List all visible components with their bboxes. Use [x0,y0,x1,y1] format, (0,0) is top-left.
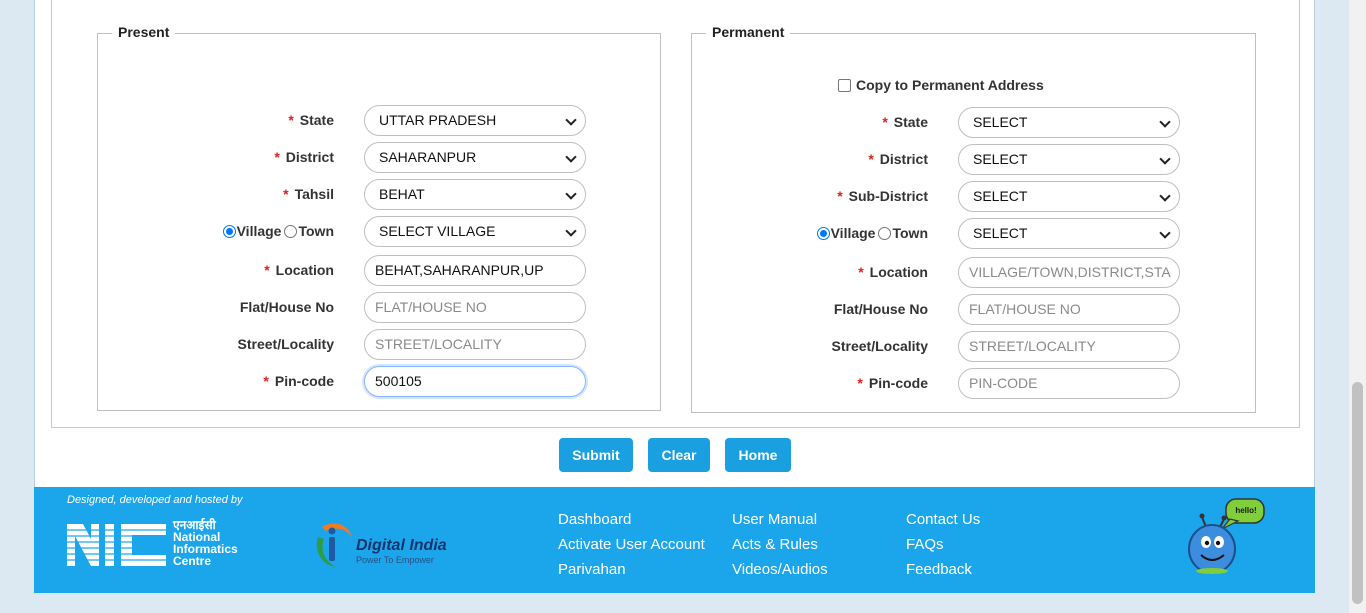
copy-address-option[interactable]: Copy to Permanent Address [838,77,1044,93]
permanent-street-row: Street/Locality STREET/LOCALITY [692,330,1180,362]
digital-india-tagline: Power To Empower [356,555,434,565]
permanent-state-row: * State SELECT [692,106,1180,138]
footer-link-user-manual[interactable]: User Manual [732,507,828,532]
present-location-row: * Location BEHAT,SAHARANPUR,UP [98,254,586,286]
permanent-subdistrict-label: Sub-District [848,188,928,204]
present-district-select[interactable]: SAHARANPUR [364,141,586,173]
vertical-scrollbar[interactable] [1349,0,1366,613]
permanent-location-row: * Location VILLAGE/TOWN,DISTRICT,STA [692,256,1180,288]
permanent-street-input[interactable]: STREET/LOCALITY [958,330,1180,362]
permanent-subdistrict-select[interactable]: SELECT [958,180,1180,212]
present-village-radio-label: Village [236,223,282,239]
footer-link-parivahan[interactable]: Parivahan [558,557,705,582]
submit-button[interactable]: Submit [559,438,633,472]
present-district-label: District [285,149,334,165]
present-village-radio[interactable] [222,224,236,238]
footer-link-videos-audios[interactable]: Videos/Audios [732,557,828,582]
footer-link-dashboard[interactable]: Dashboard [558,507,705,532]
digital-india-logo[interactable]: Digital India Power To Empower [312,519,452,569]
permanent-pincode-label: Pin-code [868,375,928,391]
permanent-location-input[interactable]: VILLAGE/TOWN,DISTRICT,STA [958,256,1180,288]
present-tahsil-label: Tahsil [294,186,334,202]
permanent-village-select[interactable]: SELECT [958,217,1180,249]
home-button[interactable]: Home [725,438,791,472]
permanent-state-label: State [893,114,928,130]
footer-links-col2: User Manual Acts & Rules Videos/Audios [732,507,828,582]
permanent-pincode-row: * Pin-code PIN-CODE [692,367,1180,399]
permanent-town-radio-label: Town [892,225,928,241]
chatbot-mascot[interactable]: hello! [1186,497,1268,577]
present-flat-row: Flat/House No FLAT/HOUSE NO [98,291,586,323]
permanent-district-label: District [879,151,928,167]
present-street-input[interactable]: STREET/LOCALITY [364,328,586,360]
footer-link-acts-rules[interactable]: Acts & Rules [732,532,828,557]
present-town-radio-label: Town [298,223,334,239]
address-section: Present * State UTTAR PRADESH * District S… [51,0,1300,428]
digital-india-text: Digital India [356,537,447,554]
mascot-bubble-text: hello! [1235,506,1257,515]
permanent-location-label: Location [869,264,928,280]
present-village-select[interactable]: SELECT VILLAGE [364,215,586,247]
permanent-district-row: * District SELECT [692,143,1180,175]
footer-links-col3: Contact Us FAQs Feedback [906,507,980,582]
permanent-village-town-row: Village Town SELECT [692,217,1180,249]
present-flat-input[interactable]: FLAT/HOUSE NO [364,291,586,323]
permanent-street-label: Street/Locality [831,338,928,354]
present-address-fieldset: Present * State UTTAR PRADESH * District S… [97,24,661,411]
present-state-row: * State UTTAR PRADESH [98,104,586,136]
permanent-legend: Permanent [706,24,791,40]
present-location-label: Location [275,262,334,278]
present-pincode-input[interactable]: 500105 [364,365,586,397]
permanent-town-radio[interactable] [878,226,892,240]
permanent-flat-input[interactable]: FLAT/HOUSE NO [958,293,1180,325]
permanent-district-select[interactable]: SELECT [958,143,1180,175]
permanent-pincode-input[interactable]: PIN-CODE [958,367,1180,399]
permanent-flat-label: Flat/House No [833,301,928,317]
present-state-label: State [299,112,334,128]
present-pincode-row: * Pin-code 500105 [98,365,586,397]
permanent-subdistrict-row: * Sub-District SELECT [692,180,1180,212]
nic-line3: Centre [173,554,212,568]
present-street-row: Street/Locality STREET/LOCALITY [98,328,586,360]
designed-by-text: Designed, developed and hosted by [67,494,243,506]
present-tahsil-select[interactable]: BEHAT [364,178,586,210]
form-card: Present * State UTTAR PRADESH * District S… [34,0,1315,488]
permanent-state-select[interactable]: SELECT [958,106,1180,138]
footer-links-col1: Dashboard Activate User Account Parivaha… [558,507,705,582]
present-flat-label: Flat/House No [239,299,334,315]
copy-address-label: Copy to Permanent Address [856,77,1044,93]
footer-link-contact-us[interactable]: Contact Us [906,507,980,532]
present-town-radio[interactable] [284,224,298,238]
scrollbar-thumb[interactable] [1352,382,1363,604]
present-tahsil-row: * Tahsil BEHAT [98,178,586,210]
nic-logo[interactable]: एनआईसी National Informatics Centre [67,519,247,569]
footer-link-faqs[interactable]: FAQs [906,532,980,557]
footer-link-activate-account[interactable]: Activate User Account [558,532,705,557]
present-district-row: * District SAHARANPUR [98,141,586,173]
digital-india-swirl-icon [316,523,352,567]
present-state-select[interactable]: UTTAR PRADESH [364,104,586,136]
footer-link-feedback[interactable]: Feedback [906,557,980,582]
nic-wordmark-icon [67,524,166,566]
permanent-village-radio[interactable] [816,226,830,240]
present-street-label: Street/Locality [237,336,334,352]
present-legend: Present [112,24,176,40]
permanent-address-fieldset: Permanent Copy to Permanent Address * Sta… [691,24,1256,413]
copy-address-checkbox[interactable] [838,78,851,92]
present-pincode-label: Pin-code [274,373,334,389]
permanent-flat-row: Flat/House No FLAT/HOUSE NO [692,293,1180,325]
present-location-input[interactable]: BEHAT,SAHARANPUR,UP [364,254,586,286]
footer: Designed, developed and hosted by एनआईसी… [34,487,1315,593]
permanent-village-radio-label: Village [830,225,876,241]
present-village-town-row: Village Town SELECT VILLAGE [98,215,586,247]
clear-button[interactable]: Clear [648,438,710,472]
